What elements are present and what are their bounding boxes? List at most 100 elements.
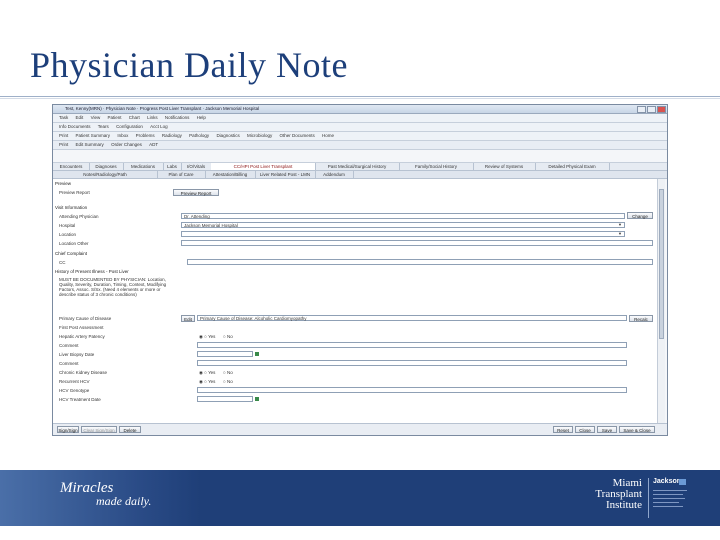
subbar-item[interactable]: Configuration	[116, 124, 143, 129]
toolbar-item[interactable]: Diagnostics	[216, 133, 239, 138]
tab-review-systems[interactable]: Review of Systems	[473, 163, 536, 170]
tab-cc-hpi[interactable]: CC/HPI Post Liver Transplant	[211, 163, 316, 170]
recurrent-radio-yes[interactable]: ◉ ○ Yes	[199, 379, 215, 385]
jackson-mark-icon	[679, 479, 686, 485]
chronic-radio-yes[interactable]: ◉ ○ Yes	[199, 370, 215, 376]
recalc-button[interactable]: Recalc	[629, 315, 653, 322]
scroll-thumb[interactable]	[659, 189, 664, 339]
toolbar-item[interactable]: Pathology	[189, 133, 209, 138]
cc-label: CC	[59, 260, 66, 265]
location-other-field[interactable]	[181, 240, 653, 246]
chevron-down-icon: ▼	[618, 222, 622, 227]
menu-item[interactable]: Chart	[129, 115, 140, 120]
toolbar-item[interactable]: Order Changes	[111, 142, 142, 147]
change-button[interactable]: Change	[627, 212, 653, 219]
toolbar-item[interactable]: Other Documents	[280, 133, 315, 138]
tab-row-bottom: Notes/Radiology/Path Plan of Care Attest…	[53, 171, 667, 179]
cc-field[interactable]	[187, 259, 653, 265]
maximize-icon[interactable]	[647, 106, 656, 113]
preview-report-button[interactable]: Preview Report	[173, 189, 219, 196]
tab-notes[interactable]: Notes/Radiology/Path	[53, 171, 158, 178]
sub-toolbar: Info Documents Tears Configuration Acct …	[53, 123, 667, 132]
minimize-icon[interactable]	[637, 106, 646, 113]
logo-line	[653, 506, 683, 507]
toolbar-item[interactable]: Microbiology	[247, 133, 272, 138]
institute-line: Institute	[605, 499, 642, 511]
tab-addendum[interactable]: Addendum	[315, 171, 354, 178]
recurrent-hcv-label: Recurrent HCV	[59, 379, 90, 384]
section-chief-complaint[interactable]: Chief Complaint	[53, 249, 653, 258]
toolbar-item[interactable]: Inbox	[117, 133, 128, 138]
hcv-treatment-date-field[interactable]	[197, 396, 253, 402]
toolbar-item[interactable]: Print	[59, 142, 68, 147]
tab-medications[interactable]: Medications	[123, 163, 164, 170]
tab-liver-related[interactable]: Liver Related Post - LMN	[255, 171, 316, 178]
preview-label: Preview Report	[59, 190, 90, 195]
reset-button[interactable]: Reset	[553, 426, 573, 433]
toolbar-item[interactable]: Home	[322, 133, 334, 138]
menu-item[interactable]: Edit	[76, 115, 84, 120]
hepatic-radio-no[interactable]: ○ No	[223, 334, 233, 339]
comment-field[interactable]	[197, 360, 627, 366]
app-window: Test, Kenny(MRN) · Physician Note · Prog…	[52, 104, 668, 436]
calendar-icon[interactable]	[255, 397, 259, 401]
chronic-radio-no[interactable]: ○ No	[223, 370, 233, 375]
menu-item[interactable]: View	[91, 115, 101, 120]
location-label: Location	[59, 232, 77, 237]
hospital-select[interactable]: Jackson Memorial Hospital ▼	[181, 222, 625, 228]
close-icon[interactable]	[657, 106, 666, 113]
tab-family-social[interactable]: Family/Social History	[399, 163, 474, 170]
section-visit[interactable]: Visit Information	[53, 203, 653, 212]
tab-past-history[interactable]: Past Medical/Surgical History	[315, 163, 400, 170]
subbar-item[interactable]: Acct Log	[150, 124, 168, 129]
vertical-scrollbar[interactable]	[657, 179, 665, 423]
menu-item[interactable]: Patient	[108, 115, 122, 120]
save-close-button[interactable]: Save & Close	[619, 426, 655, 433]
toolbar-item[interactable]: Radiology	[162, 133, 182, 138]
tab-encounters[interactable]: Encounters	[53, 163, 90, 170]
clear-sign-button[interactable]: Clear Sign/Sign	[81, 426, 117, 433]
toolbar-item[interactable]: Patient Summary	[76, 133, 111, 138]
tab-attestation[interactable]: Attestation/Billing	[205, 171, 256, 178]
toolbar-item[interactable]: ADT	[149, 142, 158, 147]
hcv-genotype-field[interactable]	[197, 387, 627, 393]
hpi-instructions: MUST BE DOCUMENTED BY PHYSICIAN: Locatio…	[59, 277, 167, 297]
liver-biopsy-date-field[interactable]	[197, 351, 253, 357]
menu-item[interactable]: Notifications	[165, 115, 190, 120]
tab-diagnoses[interactable]: Diagnoses	[89, 163, 124, 170]
toolbar-item[interactable]: Print	[59, 133, 68, 138]
hospital-label: Hospital	[59, 223, 76, 228]
toolbar-item[interactable]: Edit Summary	[76, 142, 104, 147]
save-button[interactable]: Save	[597, 426, 617, 433]
close-button[interactable]: Close	[575, 426, 595, 433]
menu-item[interactable]: Links	[147, 115, 158, 120]
section-preview[interactable]: Preview	[53, 179, 653, 188]
primary-cause-field[interactable]: Primary Cause of Disease: Alcoholic Card…	[197, 315, 627, 321]
subbar-item[interactable]: Info Documents	[59, 124, 91, 129]
hepatic-radio-yes[interactable]: ◉ ○ Yes	[199, 334, 215, 340]
location-select[interactable]: ▼	[181, 231, 625, 237]
calendar-icon[interactable]	[255, 352, 259, 356]
menu-item[interactable]: Help	[197, 115, 206, 120]
toolbar-item[interactable]: Problems	[136, 133, 155, 138]
window-title: Test, Kenny(MRN) · Physician Note · Prog…	[65, 106, 260, 111]
section-hpi[interactable]: History of Present Illness - Post Liver	[53, 267, 653, 276]
attending-field[interactable]: Dr. Attending	[181, 213, 625, 219]
first-post-label: First Post Assessment	[59, 325, 104, 330]
tab-io-vitals[interactable]: I/O/Vitals	[181, 163, 212, 170]
hcv-genotype-label: HCV Genotype	[59, 388, 90, 393]
jackson-logo: Jackson	[648, 478, 695, 518]
subbar-item[interactable]: Tears	[98, 124, 109, 129]
comment-label: Comment	[59, 361, 79, 366]
comment-field[interactable]	[197, 342, 627, 348]
sign-button[interactable]: Sign/Sign	[57, 426, 79, 433]
tab-labs[interactable]: Labs	[163, 163, 182, 170]
menubar: Task Edit View Patient Chart Links Notif…	[53, 114, 667, 123]
tab-plan-of-care[interactable]: Plan of Care	[157, 171, 206, 178]
tab-physical-exam[interactable]: Detailed Physical Exam	[535, 163, 610, 170]
location-other-label: Location Other	[59, 241, 89, 246]
menu-item[interactable]: Task	[59, 115, 68, 120]
delete-button[interactable]: Delete	[119, 426, 141, 433]
edit-button[interactable]: Edit	[181, 315, 195, 322]
recurrent-radio-no[interactable]: ○ No	[223, 379, 233, 384]
